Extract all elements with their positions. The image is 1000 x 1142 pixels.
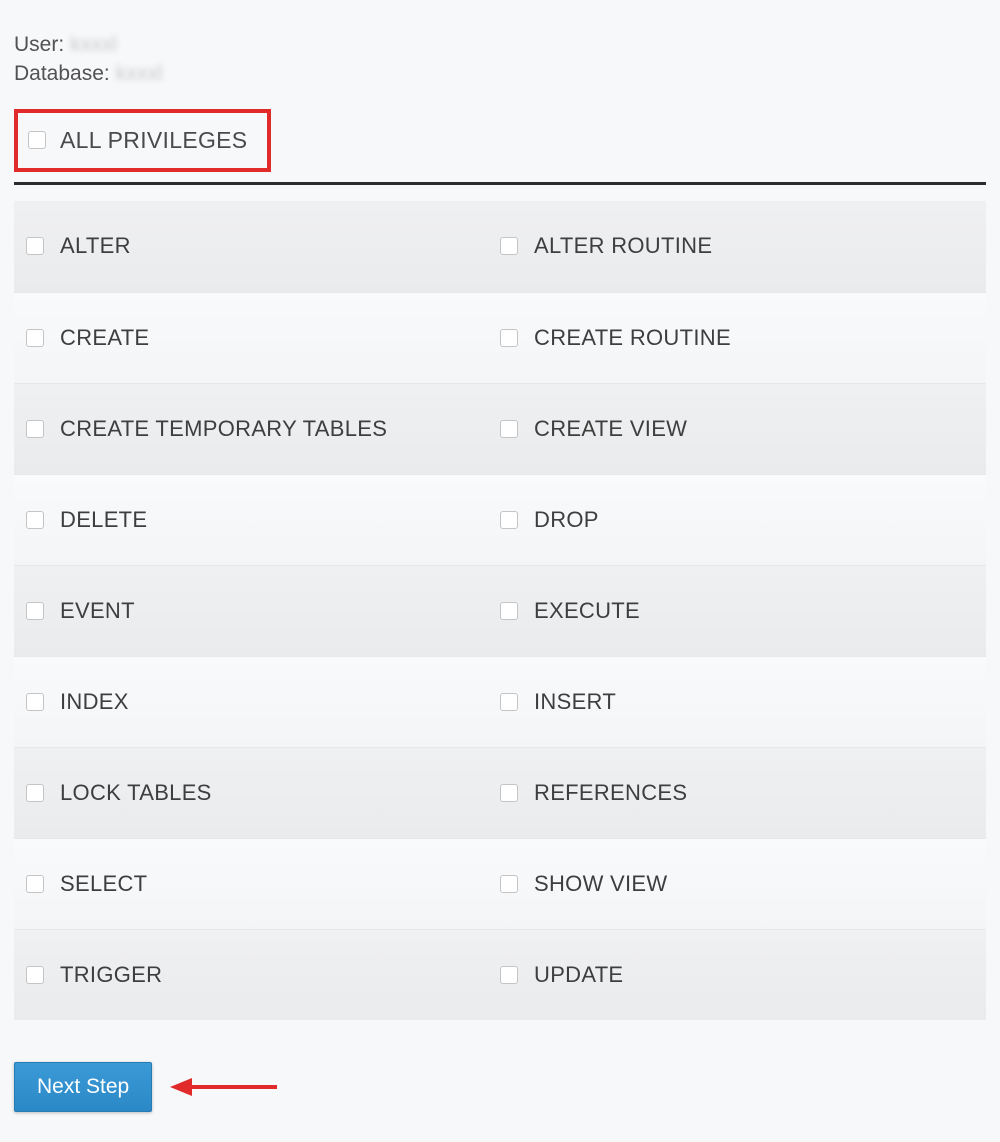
privilege-label: INSERT <box>534 689 616 715</box>
privilege-checkbox[interactable] <box>26 237 44 255</box>
privilege-row: CREATE CREATE ROUTINE <box>14 292 986 383</box>
privilege-checkbox[interactable] <box>26 966 44 984</box>
privilege-checkbox[interactable] <box>500 966 518 984</box>
privilege-cell-create-temporary-tables[interactable]: CREATE TEMPORARY TABLES <box>26 416 500 442</box>
all-privileges-label: ALL PRIVILEGES <box>60 127 247 154</box>
privilege-checkbox[interactable] <box>500 329 518 347</box>
privilege-label: EVENT <box>60 598 135 624</box>
privilege-checkbox[interactable] <box>26 511 44 529</box>
privilege-label: TRIGGER <box>60 962 162 988</box>
privilege-label: CREATE TEMPORARY TABLES <box>60 416 387 442</box>
privilege-row: LOCK TABLES REFERENCES <box>14 747 986 838</box>
privilege-row: INDEX INSERT <box>14 656 986 747</box>
privilege-cell-show-view[interactable]: SHOW VIEW <box>500 871 974 897</box>
user-value: kxxxl <box>70 30 117 59</box>
privilege-checkbox[interactable] <box>500 237 518 255</box>
privilege-cell-drop[interactable]: DROP <box>500 507 974 533</box>
arrow-line-icon <box>192 1085 277 1089</box>
privilege-label: SELECT <box>60 871 147 897</box>
privilege-label: CREATE <box>60 325 149 351</box>
privilege-cell-event[interactable]: EVENT <box>26 598 500 624</box>
section-divider <box>14 182 986 185</box>
user-label: User: <box>14 30 64 59</box>
privilege-row: CREATE TEMPORARY TABLES CREATE VIEW <box>14 383 986 474</box>
privilege-label: LOCK TABLES <box>60 780 212 806</box>
privilege-label: DELETE <box>60 507 147 533</box>
privilege-checkbox[interactable] <box>26 784 44 802</box>
privilege-cell-update[interactable]: UPDATE <box>500 962 974 988</box>
privilege-label: SHOW VIEW <box>534 871 667 897</box>
privilege-cell-insert[interactable]: INSERT <box>500 689 974 715</box>
privilege-label: INDEX <box>60 689 129 715</box>
privilege-label: CREATE VIEW <box>534 416 687 442</box>
next-step-button[interactable]: Next Step <box>14 1062 152 1112</box>
privilege-checkbox[interactable] <box>500 693 518 711</box>
privilege-cell-index[interactable]: INDEX <box>26 689 500 715</box>
privilege-cell-references[interactable]: REFERENCES <box>500 780 974 806</box>
arrow-head-icon <box>170 1078 192 1096</box>
header-info: User: kxxxl Database: kxxxl <box>0 0 1000 109</box>
privilege-row: SELECT SHOW VIEW <box>14 838 986 929</box>
privilege-cell-alter[interactable]: ALTER <box>26 233 500 259</box>
all-privileges-checkbox[interactable] <box>28 131 46 149</box>
privilege-cell-execute[interactable]: EXECUTE <box>500 598 974 624</box>
privilege-cell-alter-routine[interactable]: ALTER ROUTINE <box>500 233 974 259</box>
privilege-label: UPDATE <box>534 962 623 988</box>
privilege-label: CREATE ROUTINE <box>534 325 731 351</box>
privilege-row: TRIGGER UPDATE <box>14 929 986 1020</box>
privilege-checkbox[interactable] <box>500 875 518 893</box>
database-row: Database: kxxxl <box>14 59 986 88</box>
privilege-label: ALTER ROUTINE <box>534 233 712 259</box>
privilege-checkbox[interactable] <box>26 602 44 620</box>
privilege-checkbox[interactable] <box>26 875 44 893</box>
privilege-checkbox[interactable] <box>500 511 518 529</box>
privileges-table: ALTER ALTER ROUTINE CREATE CREATE ROUTIN… <box>14 201 986 1020</box>
privilege-cell-trigger[interactable]: TRIGGER <box>26 962 500 988</box>
privilege-row: DELETE DROP <box>14 474 986 565</box>
privilege-cell-create[interactable]: CREATE <box>26 325 500 351</box>
privilege-cell-delete[interactable]: DELETE <box>26 507 500 533</box>
privilege-checkbox[interactable] <box>500 784 518 802</box>
privilege-checkbox[interactable] <box>500 420 518 438</box>
database-label: Database: <box>14 59 110 88</box>
privilege-cell-select[interactable]: SELECT <box>26 871 500 897</box>
privilege-row: ALTER ALTER ROUTINE <box>14 201 986 292</box>
privilege-row: EVENT EXECUTE <box>14 565 986 656</box>
privilege-label: REFERENCES <box>534 780 687 806</box>
privilege-cell-lock-tables[interactable]: LOCK TABLES <box>26 780 500 806</box>
all-privileges-row[interactable]: ALL PRIVILEGES <box>14 109 271 172</box>
privilege-label: DROP <box>534 507 599 533</box>
privilege-label: EXECUTE <box>534 598 640 624</box>
privilege-checkbox[interactable] <box>26 420 44 438</box>
privilege-label: ALTER <box>60 233 131 259</box>
privilege-checkbox[interactable] <box>26 693 44 711</box>
privilege-cell-create-view[interactable]: CREATE VIEW <box>500 416 974 442</box>
user-row: User: kxxxl <box>14 30 986 59</box>
privilege-checkbox[interactable] <box>26 329 44 347</box>
privilege-checkbox[interactable] <box>500 602 518 620</box>
database-value: kxxxl <box>116 59 163 88</box>
footer: Next Step <box>14 1062 986 1112</box>
privilege-cell-create-routine[interactable]: CREATE ROUTINE <box>500 325 974 351</box>
arrow-annotation-icon <box>170 1078 277 1096</box>
